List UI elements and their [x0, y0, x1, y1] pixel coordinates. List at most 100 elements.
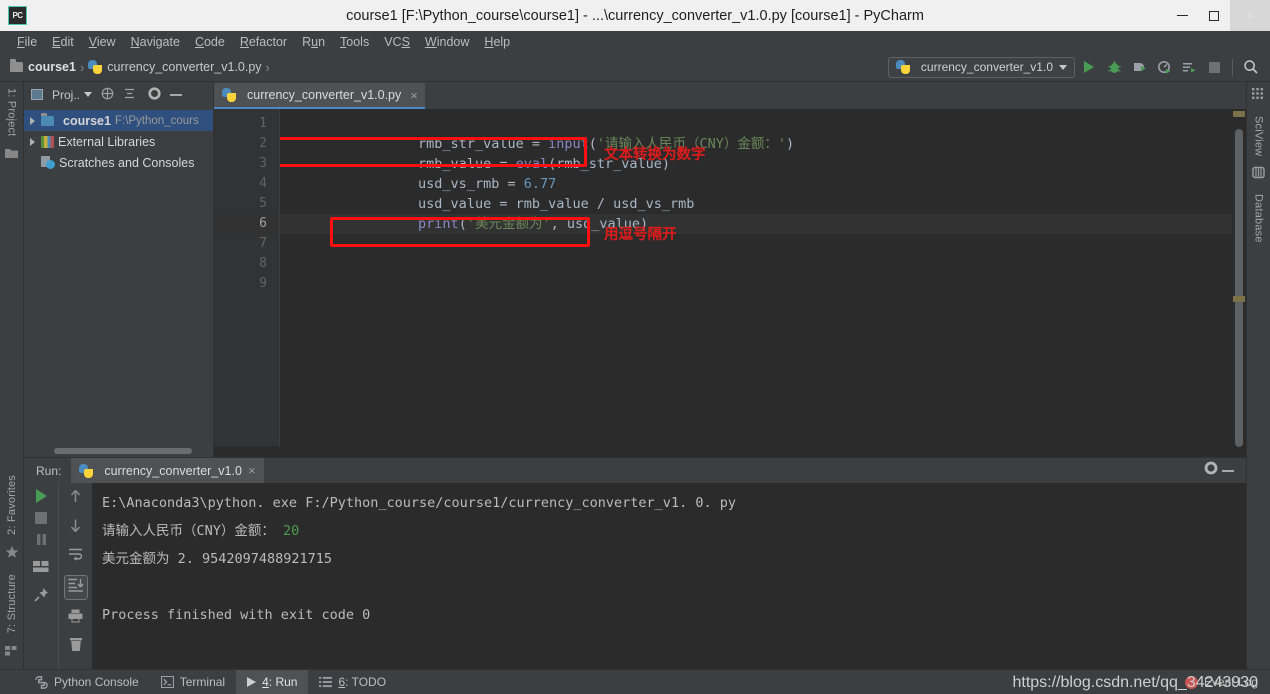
menu-code[interactable]: Code [188, 33, 232, 52]
todo-icon [319, 676, 333, 688]
menu-help[interactable]: Help [477, 33, 517, 52]
chevron-right-icon[interactable] [30, 116, 35, 125]
pause-button[interactable] [35, 533, 48, 551]
down-arrow-icon [70, 519, 81, 532]
breadcrumb-course1[interactable]: course1 [10, 59, 76, 74]
minimize-button[interactable] [1166, 0, 1198, 31]
menu-navigate[interactable]: Navigate [124, 33, 187, 52]
close-button[interactable]: × [1230, 0, 1270, 31]
gear-icon [1204, 461, 1218, 475]
sidebar-item-project[interactable]: 1: Project [6, 82, 18, 142]
layout-button[interactable] [33, 560, 49, 578]
rerun-icon [35, 489, 47, 503]
run-tool-window: Run: currency_converter_v1.0 × E:\Anacon… [24, 457, 1246, 669]
expand-button[interactable] [123, 87, 136, 103]
scroll-down-button[interactable] [69, 518, 82, 538]
title-bar: PC course1 [F:\Python_course\course1] - … [0, 0, 1270, 31]
menu-view[interactable]: View [82, 33, 123, 52]
menu-run[interactable]: Run [295, 33, 332, 52]
status-item-python-console[interactable]: Python Console [24, 670, 150, 694]
menu-edit[interactable]: Edit [45, 33, 81, 52]
sidebar-item-structure[interactable]: 7: Structure [6, 568, 18, 639]
profile-button[interactable] [1153, 56, 1175, 78]
console-vertical-scrollbar[interactable] [1233, 483, 1246, 669]
status-item-terminal[interactable]: Terminal [150, 670, 236, 694]
run-with-console-icon [1182, 62, 1195, 73]
menu-vcs[interactable]: VCS [377, 33, 417, 52]
breadcrumb-course1-label: course1 [28, 60, 76, 74]
chevron-down-icon[interactable] [84, 92, 93, 97]
debug-button[interactable] [1103, 56, 1125, 78]
close-tab-icon[interactable]: × [410, 88, 418, 103]
collapse-all-button[interactable] [101, 87, 114, 103]
run-with-console-button[interactable] [1178, 56, 1200, 78]
run-tab-label: currency_converter_v1.0 [104, 463, 242, 478]
debug-icon [1108, 61, 1120, 73]
sidebar-item-favorites[interactable]: 2: Favorites [6, 469, 18, 541]
project-panel-title[interactable]: Proj.. [52, 88, 80, 102]
editor-vertical-scrollbar[interactable] [1232, 109, 1246, 447]
center-column: Proj.. course1 F:\Python_cours External … [24, 82, 1246, 669]
chevron-right-icon[interactable] [30, 137, 35, 146]
hide-panel-button[interactable] [170, 93, 183, 96]
run-button[interactable] [1078, 56, 1100, 78]
scratches-icon [41, 156, 55, 169]
stop-process-button[interactable] [35, 512, 47, 524]
sidebar-item-sciview[interactable]: SciView [1253, 110, 1265, 162]
sidebar-item-database[interactable]: Database [1253, 188, 1265, 249]
maximize-button[interactable] [1198, 0, 1230, 31]
breadcrumb-file[interactable]: currency_converter_v1.0.py [88, 60, 262, 74]
main-toolbar: currency_converter_v1.0 [887, 56, 1270, 78]
trash-icon [69, 638, 82, 651]
editor-horizontal-scrollbar[interactable] [214, 446, 1246, 457]
line-number: 6 [214, 214, 279, 234]
sciview-icon [1252, 88, 1265, 106]
tree-node-course1[interactable]: course1 F:\Python_cours [24, 110, 213, 131]
line-number: 7 [259, 236, 267, 251]
run-coverage-button[interactable] [1128, 56, 1150, 78]
run-settings-button[interactable] [1204, 461, 1218, 480]
tree-node-scratches[interactable]: Scratches and Consoles [24, 152, 213, 173]
scroll-to-end-button[interactable] [63, 575, 88, 600]
terminal-icon [160, 676, 174, 688]
run-tab-currency-converter[interactable]: currency_converter_v1.0 × [71, 458, 264, 483]
scroll-up-button[interactable] [69, 489, 82, 509]
status-item-todo-label: 6: TODO [338, 675, 387, 689]
print-button[interactable] [68, 609, 83, 628]
rerun-button[interactable] [35, 489, 47, 503]
close-run-tab-icon[interactable]: × [248, 463, 256, 478]
editor-tab-label: currency_converter_v1.0.py [247, 88, 402, 102]
status-item-run[interactable]: 4: Run [236, 669, 309, 694]
structure-icon [5, 643, 18, 661]
scrollbar-thumb[interactable] [54, 448, 192, 454]
pause-icon [36, 534, 46, 545]
tree-node-scratches-label: Scratches and Consoles [59, 155, 195, 170]
pin-button[interactable] [33, 587, 49, 607]
status-item-todo[interactable]: 6: TODO [308, 670, 397, 694]
code-editor[interactable]: 1 2 3 4 5 6 7 8 9 rmb_str_value = input(… [214, 109, 1246, 447]
menu-window[interactable]: Window [418, 33, 476, 52]
console-line-5: Process finished with exit code 0 [102, 601, 1233, 629]
settings-button[interactable] [148, 86, 161, 103]
search-button[interactable] [1240, 56, 1262, 78]
window-controls: × [1166, 0, 1270, 31]
clear-all-button[interactable] [69, 637, 83, 657]
scrollbar-thumb[interactable] [1235, 129, 1243, 447]
python-console-icon [35, 675, 48, 689]
hide-run-window-button[interactable] [1222, 469, 1234, 472]
editor-area: currency_converter_v1.0.py × 1 2 3 4 5 6 [214, 82, 1246, 457]
project-horizontal-scrollbar[interactable] [24, 445, 213, 457]
run-configuration-selector[interactable]: currency_converter_v1.0 [887, 56, 1075, 78]
menu-tools[interactable]: Tools [333, 33, 376, 52]
editor-tab-currency-converter[interactable]: currency_converter_v1.0.py × [214, 83, 425, 109]
line-number: 1 [259, 116, 267, 131]
stop-button[interactable] [1203, 56, 1225, 78]
navigation-bar: course1 › currency_converter_v1.0.py › c… [0, 53, 1270, 82]
menu-refactor[interactable]: Refactor [233, 33, 294, 52]
menu-file[interactable]: File [10, 33, 44, 52]
code-text[interactable]: rmb_str_value = input('请输入人民币（CNY）金额：') … [280, 109, 1232, 446]
tree-node-external-libraries[interactable]: External Libraries [24, 131, 213, 152]
soft-wrap-button[interactable] [68, 547, 84, 566]
console-output[interactable]: E:\Anaconda3\python. exe F:/Python_cours… [92, 483, 1233, 669]
run-configuration-label: currency_converter_v1.0 [920, 60, 1053, 74]
